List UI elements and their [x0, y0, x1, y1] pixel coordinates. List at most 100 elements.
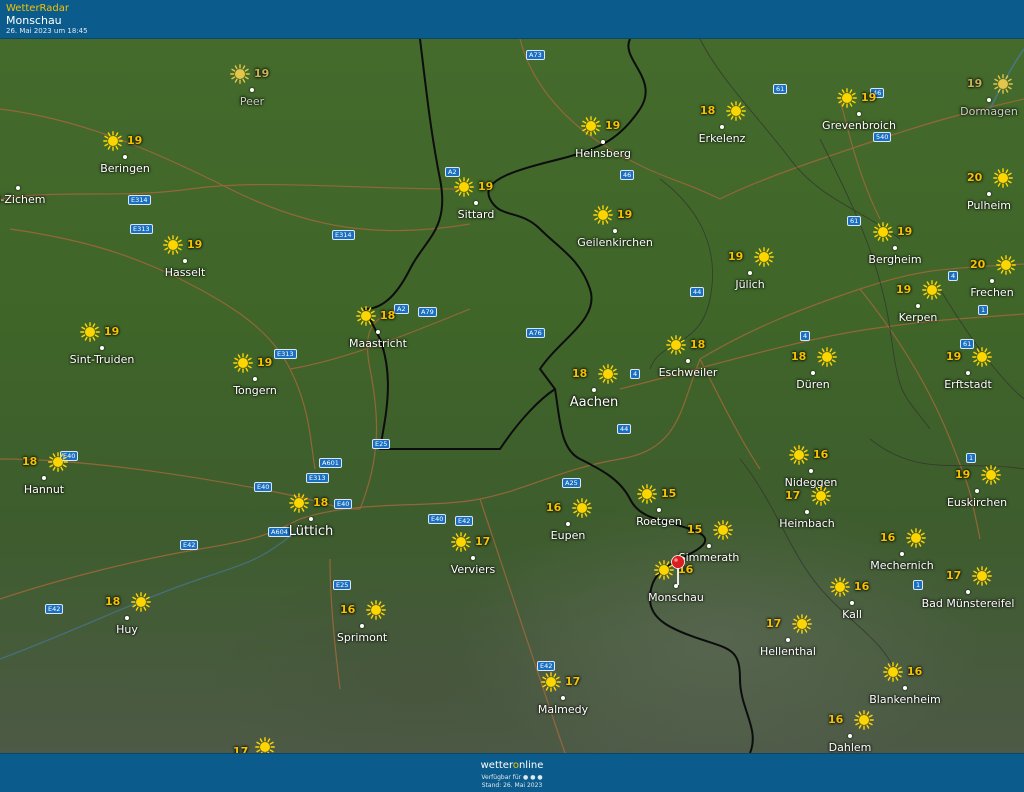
road-badge: 44	[690, 287, 705, 297]
sun-icon	[48, 452, 68, 472]
place-name-hannut[interactable]: Hannut	[24, 483, 64, 496]
temperature-label: 19	[257, 356, 273, 369]
place-dot	[893, 246, 897, 250]
place-name-sint-truiden[interactable]: Sint-Truiden	[70, 353, 135, 366]
sun-icon	[454, 177, 474, 197]
place-dot	[566, 522, 570, 526]
place-name-dueren[interactable]: Düren	[796, 378, 829, 391]
place-dot	[657, 508, 661, 512]
sun-icon	[131, 592, 151, 612]
place-dot	[686, 359, 690, 363]
place-name-verviers[interactable]: Verviers	[451, 563, 496, 576]
place-name-euskirchen[interactable]: Euskirchen	[947, 496, 1007, 509]
brand-prefix: wetter	[480, 760, 513, 771]
temperature-label: 16	[880, 531, 896, 544]
place-name-sprimont[interactable]: Sprimont	[337, 631, 387, 644]
sun-icon	[922, 280, 942, 300]
place-dot	[966, 590, 970, 594]
place-name-beringen[interactable]: Beringen	[100, 162, 150, 175]
app-footer: wetteronline Verfügbar für ● ● ● Stand: …	[0, 753, 1024, 792]
place-dot	[805, 510, 809, 514]
temperature-label: 17	[766, 617, 782, 630]
road-badge: E313	[306, 473, 329, 483]
temperature-label: 18	[791, 350, 807, 363]
sun-icon	[883, 662, 903, 682]
place-name-eupen[interactable]: Eupen	[551, 529, 586, 542]
place-dot	[250, 88, 254, 92]
road-badge: E40	[428, 514, 447, 524]
temperature-label: 18	[572, 367, 588, 380]
sun-icon	[993, 74, 1013, 94]
place-dot	[16, 186, 20, 190]
place-dot	[360, 624, 364, 628]
place-dot	[900, 552, 904, 556]
place-name-aachen[interactable]: Aachen	[570, 395, 618, 410]
place-name-heinsberg[interactable]: Heinsberg	[575, 147, 631, 160]
sun-icon	[666, 335, 686, 355]
place-name-kerpen[interactable]: Kerpen	[899, 311, 938, 324]
sun-icon	[255, 737, 275, 753]
temperature-label: 19	[861, 91, 877, 104]
sun-icon	[837, 88, 857, 108]
place-name-sittard[interactable]: Sittard	[458, 208, 495, 221]
sun-icon	[830, 577, 850, 597]
place-name-zichem[interactable]: el-Zichem	[0, 193, 45, 206]
temperature-label: 18	[690, 338, 706, 351]
apple-icon[interactable]: ●	[523, 774, 528, 781]
available-label: Verfügbar für	[481, 774, 522, 781]
place-name-geilenkirchen[interactable]: Geilenkirchen	[577, 236, 653, 249]
temperature-label: 17	[785, 489, 801, 502]
brand-logo[interactable]: wetteronline	[0, 760, 1024, 771]
place-name-tongern[interactable]: Tongern	[233, 384, 277, 397]
road-badge: A73	[526, 50, 545, 60]
sun-icon	[873, 222, 893, 242]
place-name-roetgen[interactable]: Roetgen	[636, 515, 682, 528]
place-name-mechernich[interactable]: Mechernich	[870, 559, 933, 572]
android-icon[interactable]: ●	[530, 774, 535, 781]
place-name-erftstadt[interactable]: Erftstadt	[944, 378, 992, 391]
road-badge: E42	[45, 604, 64, 614]
place-name-luettich[interactable]: Lüttich	[289, 524, 333, 539]
temperature-label: 19	[254, 67, 270, 80]
road-badge: A2	[394, 304, 409, 314]
location-pin-icon[interactable]	[671, 555, 685, 585]
road-badge: 4	[800, 331, 811, 341]
place-name-pulheim[interactable]: Pulheim	[967, 199, 1011, 212]
sun-icon	[366, 600, 386, 620]
temperature-label: 17	[946, 569, 962, 582]
weather-map[interactable]: A73 61 46 540 A2 46 E314 E313 E314 61 4 44 A2 A79 A76 4…	[0, 39, 1024, 753]
place-name-eschweiler[interactable]: Eschweiler	[659, 366, 718, 379]
place-name-peer[interactable]: Peer	[240, 95, 264, 108]
road-badge: E42	[180, 540, 199, 550]
sun-icon	[572, 498, 592, 518]
place-name-erkelenz[interactable]: Erkelenz	[699, 132, 746, 145]
place-name-frechen[interactable]: Frechen	[970, 286, 1013, 299]
place-name-blankenheim[interactable]: Blankenheim	[869, 693, 941, 706]
place-dot	[848, 734, 852, 738]
place-name-juelich[interactable]: Jülich	[735, 278, 764, 291]
temperature-label: 19	[896, 283, 912, 296]
place-dot	[916, 304, 920, 308]
place-dot	[786, 638, 790, 642]
sun-icon	[792, 614, 812, 634]
road-badge: 46	[620, 170, 635, 180]
road-badge: 61	[773, 84, 788, 94]
web-icon[interactable]: ●	[537, 774, 542, 781]
place-dot	[100, 346, 104, 350]
place-name-heimbach[interactable]: Heimbach	[779, 517, 835, 530]
place-name-monschau[interactable]: Monschau	[648, 591, 704, 604]
place-name-kall[interactable]: Kall	[842, 608, 862, 621]
temperature-label: 18	[380, 309, 396, 322]
place-name-grevenbroich[interactable]: Grevenbroich	[822, 119, 896, 132]
place-name-hellenthal[interactable]: Hellenthal	[760, 645, 816, 658]
place-name-malmedy[interactable]: Malmedy	[538, 703, 588, 716]
place-name-hasselt[interactable]: Hasselt	[165, 266, 206, 279]
place-name-dormagen[interactable]: Dormagen	[960, 105, 1018, 118]
place-name-bad-muenstereifel[interactable]: Bad Münstereifel	[922, 597, 1015, 610]
place-name-dahlem[interactable]: Dahlem	[829, 741, 872, 753]
place-dot	[309, 517, 313, 521]
place-name-maastricht[interactable]: Maastricht	[349, 337, 407, 350]
place-name-huy[interactable]: Huy	[116, 623, 138, 636]
place-name-bergheim[interactable]: Bergheim	[868, 253, 921, 266]
sun-icon	[981, 465, 1001, 485]
